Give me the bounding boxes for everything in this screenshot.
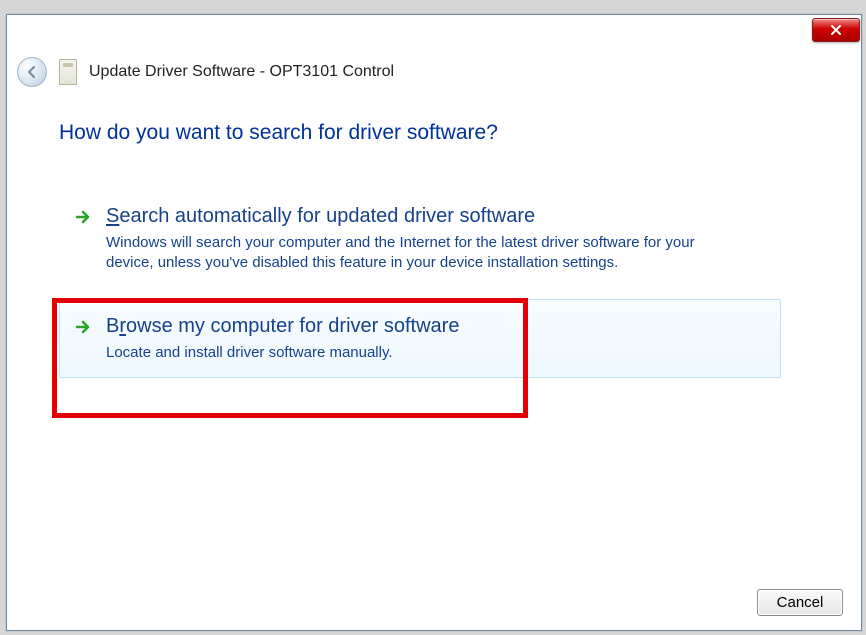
option-search-automatically[interactable]: Search automatically for updated driver …	[59, 189, 781, 289]
close-icon	[829, 24, 843, 36]
wizard-header: Update Driver Software - OPT3101 Control	[17, 55, 851, 89]
arrow-right-icon	[74, 318, 92, 336]
window-title: Update Driver Software - OPT3101 Control	[89, 63, 394, 81]
back-button[interactable]	[17, 57, 47, 87]
back-arrow-icon	[25, 65, 39, 79]
close-button[interactable]	[812, 18, 860, 42]
cancel-button[interactable]: Cancel	[757, 589, 843, 616]
wizard-window: Update Driver Software - OPT3101 Control…	[6, 14, 862, 631]
page-heading: How do you want to search for driver sof…	[59, 121, 801, 145]
option-description: Windows will search your computer and th…	[106, 233, 746, 274]
option-browse-computer[interactable]: Browse my computer for driver software L…	[59, 299, 781, 378]
option-title: Search automatically for updated driver …	[106, 204, 758, 229]
option-title: Browse my computer for driver software	[106, 314, 758, 339]
option-description: Locate and install driver software manua…	[106, 343, 746, 363]
arrow-right-icon	[74, 208, 92, 226]
device-icon	[59, 59, 77, 85]
